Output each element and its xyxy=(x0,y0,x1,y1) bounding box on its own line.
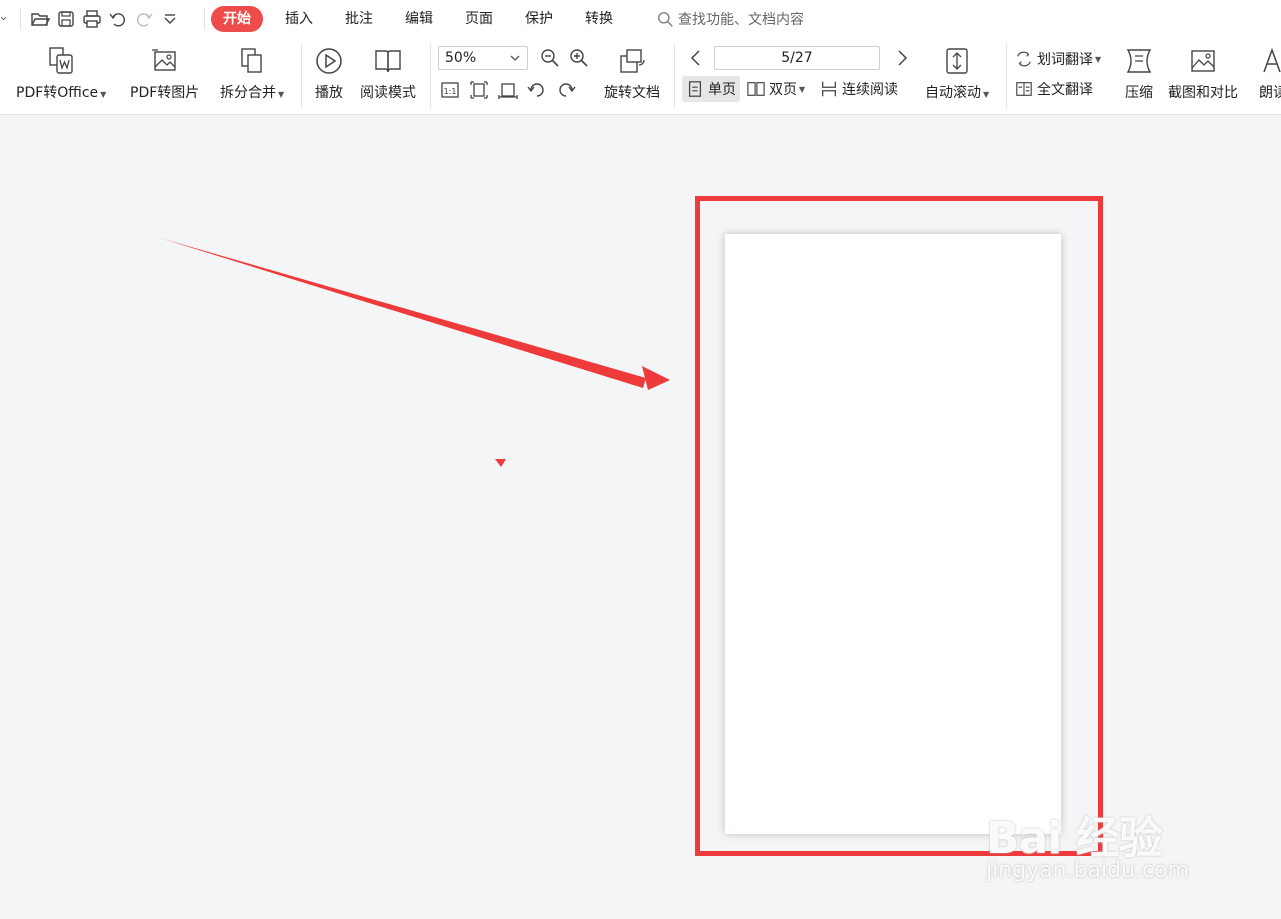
arrow-shaft xyxy=(160,238,646,388)
mouse-cursor-marker xyxy=(495,459,506,467)
arrow-head xyxy=(642,366,670,390)
annotation-arrow xyxy=(160,238,670,467)
watermark-brand: Bai 经验 xyxy=(986,813,1163,864)
watermark-url: jingyan.baidu.com xyxy=(986,858,1190,883)
baidu-watermark: Bai 经验 jingyan.baidu.com xyxy=(980,790,1220,900)
